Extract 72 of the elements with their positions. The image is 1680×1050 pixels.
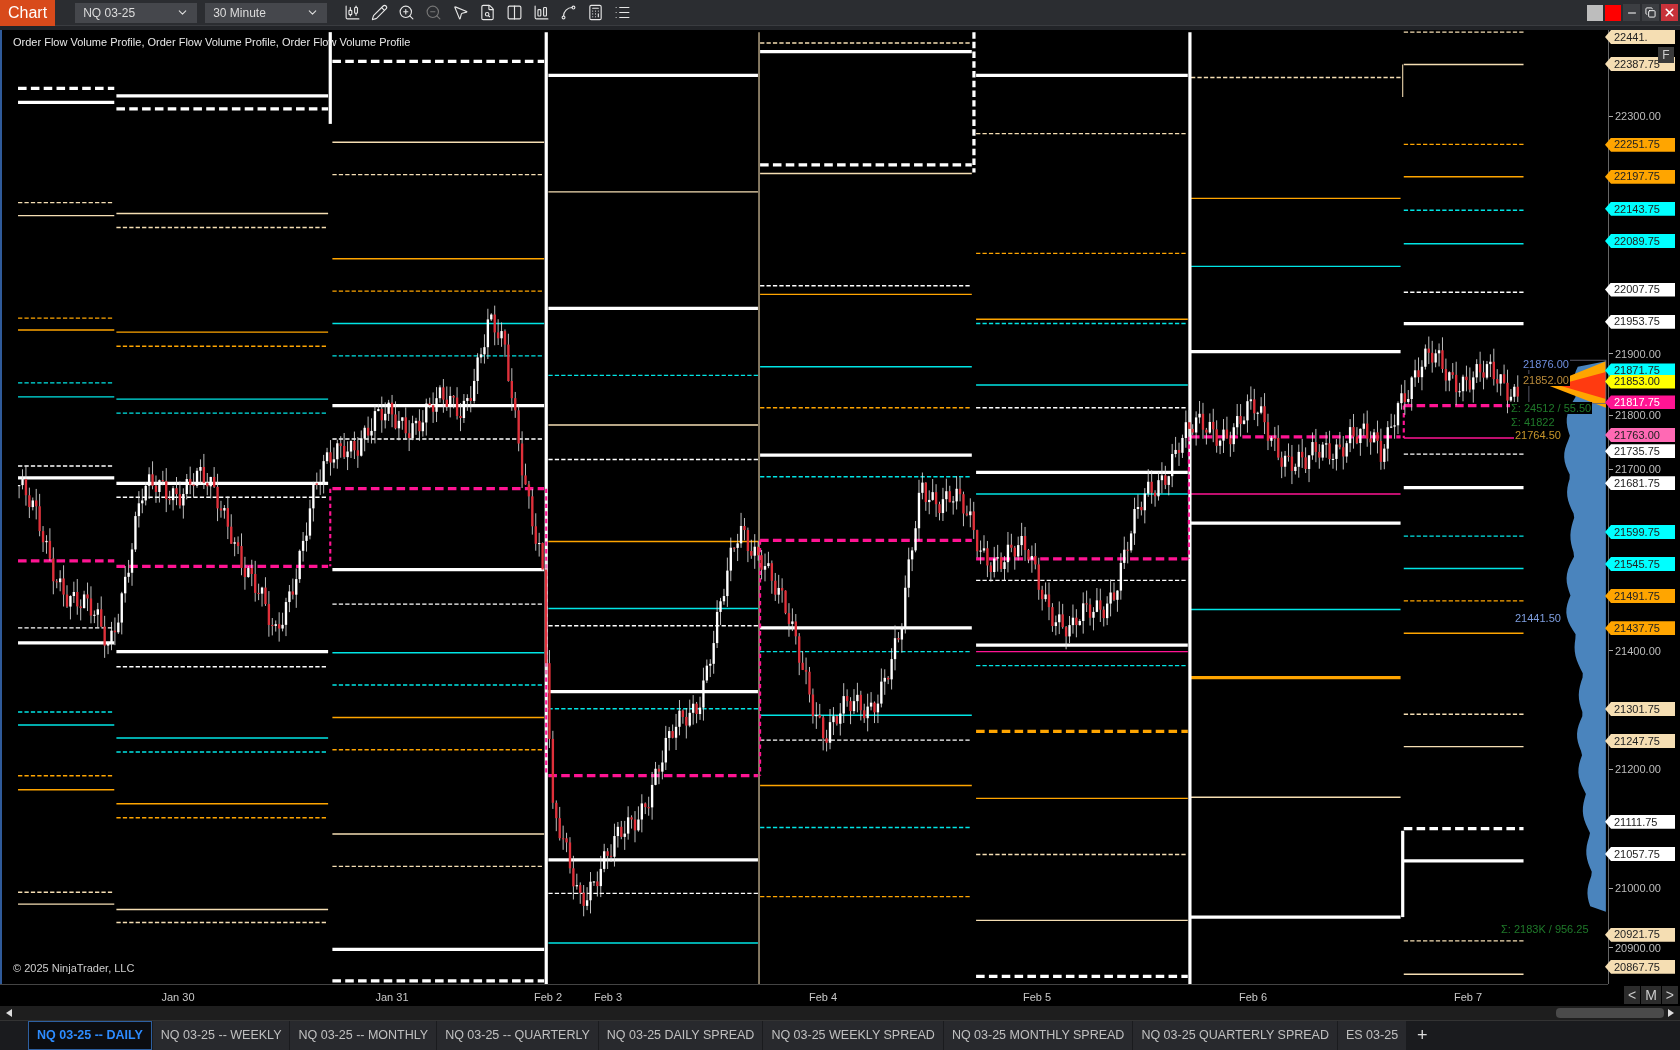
chart-tab[interactable]: ES 03-25 [1337,1021,1407,1050]
profile-label: 21441.50 [1514,612,1562,624]
price-tag: 22143.75 [1605,201,1675,216]
price-tag: 21491.75 [1605,589,1675,604]
date-label: Feb 6 [1238,990,1268,1005]
price-tag: 22251.75 [1605,137,1675,152]
chart-tab[interactable]: NQ 03-25 -- MONTHLY [290,1021,437,1050]
date-label: Feb 2 [533,990,563,1005]
price-tag: 22441. [1605,30,1675,44]
price-tag: 22197.75 [1605,169,1675,184]
scroll-left-icon[interactable] [6,1009,12,1017]
date-label: Jan 31 [375,990,409,1005]
chart-tab[interactable]: NQ 03-25 MONTHLY SPREAD [943,1021,1133,1050]
axis-f-button[interactable]: F [1658,47,1674,63]
close-icon [1663,6,1676,19]
price-tag: 21111.75 [1605,814,1675,829]
chart-tab[interactable]: NQ 03-25 QUARTERLY SPREAD [1133,1021,1337,1050]
close-button[interactable] [1661,4,1678,21]
chart-tab[interactable]: NQ 03-25 -- DAILY [28,1021,152,1050]
price-tag: 22089.75 [1605,233,1675,248]
date-label: Feb 4 [808,990,838,1005]
price-tag: 20921.75 [1605,927,1675,942]
profile-label: 21876.00 [1522,358,1570,370]
price-tick-label: 21700.00 [1615,463,1661,476]
scrollbar-thumb[interactable] [1556,1008,1664,1018]
interval-dropdown[interactable]: 30 Minute [205,2,328,23]
chart-tab[interactable]: NQ 03-25 -- WEEKLY [152,1021,290,1050]
add-tab-button[interactable]: + [1407,1021,1438,1050]
chart-nav-button[interactable]: M [1641,986,1661,1004]
scroll-right-icon[interactable] [1668,1009,1674,1017]
restore-button[interactable] [1642,4,1659,21]
date-label: Feb 3 [593,990,623,1005]
price-tick-label: 21800.00 [1615,409,1661,422]
price-tag: 21545.75 [1605,557,1675,571]
price-tag: 21247.75 [1605,734,1675,749]
price-tag: 21599.75 [1605,524,1675,539]
date-label: Feb 7 [1453,990,1483,1005]
window-control-button[interactable] [1605,4,1621,21]
price-tick-label: 21200.00 [1615,763,1661,776]
profile-label: 21764.50 [1514,429,1562,441]
price-tag: 21817.75 [1605,395,1675,410]
instrument-dropdown[interactable]: NQ 03-25 [75,2,198,23]
price-tick-label: 21900.00 [1615,347,1661,360]
chart-nav-button[interactable]: < [1623,986,1641,1004]
window-control-button[interactable] [1587,4,1603,21]
price-tag: 21953.75 [1605,314,1675,329]
price-tag: 21437.75 [1605,621,1675,636]
copyright-text: © 2025 NinjaTrader, LLC [13,961,135,976]
chart-tab[interactable]: NQ 03-25 DAILY SPREAD [598,1021,763,1050]
price-tag: 21681.75 [1605,476,1675,491]
price-tag: 21057.75 [1605,846,1675,861]
date-label: Feb 5 [1022,990,1052,1005]
price-tick-label: 22300.00 [1615,110,1661,122]
window-title: Chart [0,0,56,26]
profile-label: Σ: 41822 [1510,416,1556,428]
profile-label: Σ: 2183K / 956.25 [1500,923,1590,935]
profile-label: Σ: 24512 / 55.50 [1510,402,1593,414]
price-tag: 22007.75 [1605,282,1675,297]
minimize-button[interactable] [1623,4,1640,21]
chart-nav-button[interactable]: > [1661,986,1678,1004]
price-tag: 20867.75 [1605,959,1675,974]
price-tick-label: 20900.00 [1615,941,1661,954]
date-label: Jan 30 [161,990,195,1005]
price-tick-label: 21400.00 [1615,644,1661,657]
chart-tab[interactable]: NQ 03-25 -- QUARTERLY [437,1021,598,1050]
chart-tab[interactable]: NQ 03-25 WEEKLY SPREAD [763,1021,943,1050]
price-tag: 21735.75 [1605,444,1675,459]
price-tag: 21763.00 [1605,427,1675,442]
restore-icon [1645,7,1656,18]
profile-label: 21852.00 [1522,374,1570,386]
price-tick-label: 21000.00 [1615,882,1661,895]
price-tag: 21301.75 [1605,701,1675,716]
